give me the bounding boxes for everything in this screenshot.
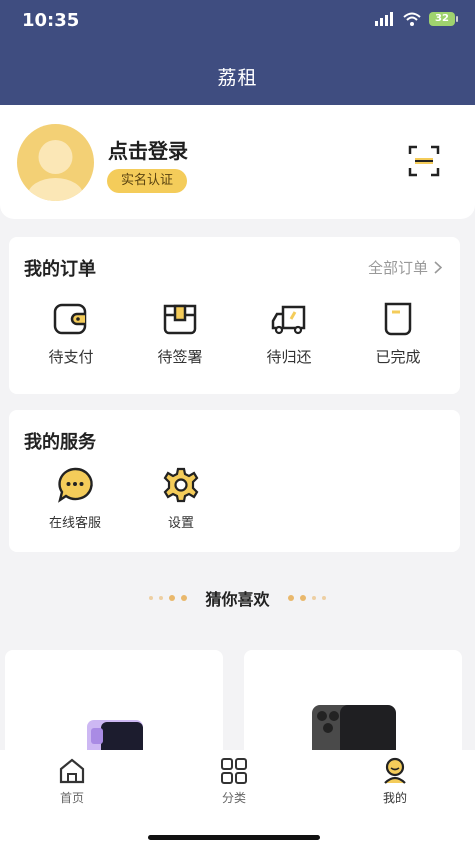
service-online-support[interactable]: 在线客服 xyxy=(30,466,120,531)
avatar-placeholder-icon xyxy=(27,140,84,201)
home-indicator xyxy=(148,835,320,840)
decorative-dots-left xyxy=(149,595,188,601)
tab-home[interactable]: 首页 xyxy=(27,756,117,806)
tab-mine[interactable]: 我的 xyxy=(350,756,440,806)
tab-category-label: 分类 xyxy=(221,791,246,805)
truck-icon xyxy=(271,305,306,335)
services-card: 我的服务 在线客服 设置 xyxy=(9,410,460,552)
recommend-title: 猜你喜欢 xyxy=(205,590,270,609)
service-online-support-label: 在线客服 xyxy=(48,516,101,531)
status-time: 10:35 xyxy=(22,10,80,31)
all-orders-label: 全部订单 xyxy=(367,259,428,277)
order-completed[interactable]: 已完成 xyxy=(353,299,443,367)
tab-bar: 首页 分类 我的 xyxy=(0,750,475,846)
order-pending-return-label: 待归还 xyxy=(266,348,312,366)
tab-mine-label: 我的 xyxy=(382,791,407,805)
wallet-icon xyxy=(53,303,87,335)
grid-icon xyxy=(221,758,247,784)
document-icon xyxy=(384,302,412,336)
login-link[interactable]: 点击登录 xyxy=(108,135,188,164)
page-title: 荔租 xyxy=(217,67,258,89)
home-icon xyxy=(59,758,85,784)
services-title: 我的服务 xyxy=(24,432,96,453)
gear-icon xyxy=(163,467,199,503)
wifi-icon xyxy=(403,12,421,26)
order-pending-sign-label: 待签署 xyxy=(157,348,203,366)
recommend-header: 猜你喜欢 xyxy=(0,586,475,610)
chevron-right-icon xyxy=(434,261,442,274)
order-completed-label: 已完成 xyxy=(375,348,421,366)
order-pending-return[interactable]: 待归还 xyxy=(244,299,334,367)
verify-badge[interactable]: 实名认证 xyxy=(107,169,188,193)
service-settings[interactable]: 设置 xyxy=(136,466,226,531)
signal-icon xyxy=(375,12,393,26)
status-icons: 32 xyxy=(375,12,458,26)
orders-title: 我的订单 xyxy=(24,259,96,280)
all-orders-link[interactable]: 全部订单 xyxy=(368,257,442,278)
profile-card: 点击登录 实名认证 xyxy=(0,105,475,219)
tab-home-label: 首页 xyxy=(59,791,84,805)
decorative-dots-right xyxy=(287,595,326,601)
battery-indicator: 32 xyxy=(429,12,458,26)
order-pending-payment-label: 待支付 xyxy=(48,348,94,366)
avatar[interactable] xyxy=(17,124,94,201)
service-settings-label: 设置 xyxy=(167,516,194,531)
app-header: 10:35 32 荔租 xyxy=(0,0,475,105)
order-pending-sign[interactable]: 待签署 xyxy=(135,299,225,367)
order-pending-payment[interactable]: 待支付 xyxy=(26,299,116,367)
chat-bubble-icon xyxy=(58,467,93,503)
profile-icon xyxy=(384,757,406,784)
package-icon xyxy=(163,304,197,335)
scan-icon[interactable] xyxy=(408,145,440,177)
tab-category[interactable]: 分类 xyxy=(189,756,279,806)
orders-card: 我的订单 全部订单 待支付 待签署 待归还 已完成 xyxy=(9,237,460,394)
